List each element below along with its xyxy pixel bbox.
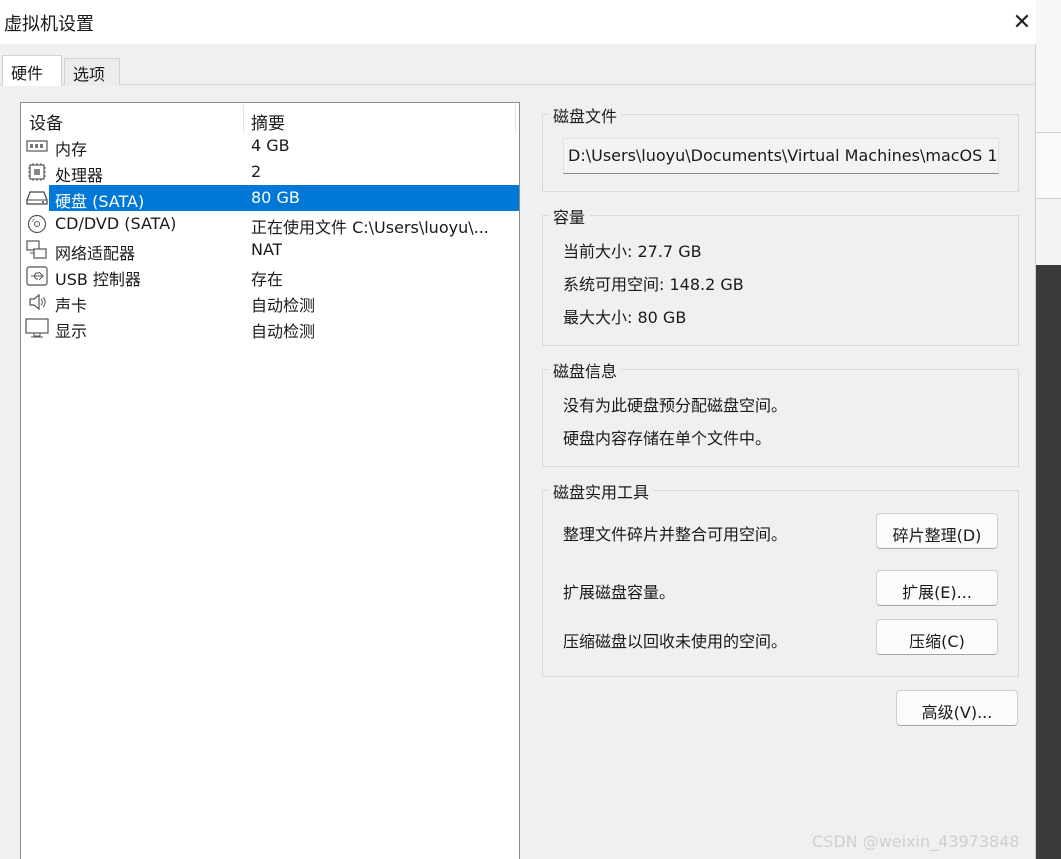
group-title: 容量 bbox=[549, 204, 590, 228]
device-row-sound-card[interactable]: 声卡 自动检测 bbox=[23, 289, 519, 315]
device-name: 内存 bbox=[55, 140, 88, 159]
device-summary: 4 GB bbox=[251, 136, 290, 155]
device-summary: 正在使用文件 C:\Users\luoyu\... bbox=[251, 218, 489, 237]
monitor-icon bbox=[25, 317, 49, 339]
column-header-device[interactable]: 设备 bbox=[29, 109, 63, 134]
device-summary: 自动检测 bbox=[251, 296, 316, 315]
defragment-button[interactable]: 碎片整理(D) bbox=[876, 513, 998, 549]
device-name: 声卡 bbox=[55, 296, 88, 315]
available-space-text: 系统可用空间: 148.2 GB bbox=[563, 275, 744, 294]
max-size-text: 最大大小: 80 GB bbox=[563, 308, 687, 327]
compact-description: 压缩磁盘以回收未使用的空间。 bbox=[563, 632, 788, 651]
tab-options[interactable]: 选项 bbox=[64, 58, 120, 85]
column-divider bbox=[515, 105, 516, 133]
device-summary: 存在 bbox=[251, 270, 284, 289]
device-name: USB 控制器 bbox=[55, 270, 141, 289]
watermark: CSDN @weixin_43973848 bbox=[812, 832, 1020, 851]
group-title: 磁盘实用工具 bbox=[549, 479, 654, 503]
device-summary: 80 GB bbox=[251, 188, 300, 207]
device-row-processor[interactable]: 处理器 2 bbox=[23, 159, 519, 185]
disk-info-line-2: 硬盘内容存储在单个文件中。 bbox=[563, 429, 772, 448]
device-row-usb-controller[interactable]: USB 控制器 存在 bbox=[23, 263, 519, 289]
compact-button[interactable]: 压缩(C) bbox=[876, 619, 998, 655]
cd-dvd-icon bbox=[25, 213, 49, 235]
hard-disk-icon bbox=[25, 187, 49, 209]
device-name: 硬盘 (SATA) bbox=[55, 192, 145, 211]
expand-button[interactable]: 扩展(E)... bbox=[876, 570, 998, 606]
vm-settings-dialog: 虚拟机设置 ✕ 硬件 选项 设备 摘要 内存 4 GB 处理器 2 硬盘 (SA… bbox=[0, 0, 1036, 859]
column-header-summary[interactable]: 摘要 bbox=[251, 109, 285, 134]
disk-info-line-1: 没有为此硬盘预分配磁盘空间。 bbox=[563, 396, 788, 415]
disk-file-path-field[interactable]: D:\Users\luoyu\Documents\Virtual Machine… bbox=[563, 138, 999, 174]
device-row-memory[interactable]: 内存 4 GB bbox=[23, 133, 519, 159]
advanced-button[interactable]: 高级(V)... bbox=[896, 690, 1018, 726]
expand-description: 扩展磁盘容量。 bbox=[563, 583, 676, 602]
current-size-text: 当前大小: 27.7 GB bbox=[563, 242, 702, 261]
window-title: 虚拟机设置 bbox=[4, 14, 94, 35]
device-row-display[interactable]: 显示 自动检测 bbox=[23, 315, 519, 341]
usb-icon bbox=[25, 265, 49, 287]
device-list: 设备 摘要 内存 4 GB 处理器 2 硬盘 (SATA) 80 GB CD/D… bbox=[20, 102, 520, 859]
device-list-header: 设备 摘要 bbox=[21, 105, 519, 134]
disk-file-group: 磁盘文件 D:\Users\luoyu\Documents\Virtual Ma… bbox=[542, 103, 1019, 192]
device-summary: NAT bbox=[251, 240, 283, 259]
device-name: 处理器 bbox=[55, 166, 104, 185]
device-row-cd-dvd[interactable]: CD/DVD (SATA) 正在使用文件 C:\Users\luoyu\... bbox=[23, 211, 519, 237]
column-divider bbox=[243, 105, 244, 133]
disk-info-group: 磁盘信息 没有为此硬盘预分配磁盘空间。 硬盘内容存储在单个文件中。 bbox=[542, 358, 1019, 467]
device-summary: 2 bbox=[251, 162, 262, 181]
device-name: 网络适配器 bbox=[55, 244, 136, 263]
capacity-group: 容量 当前大小: 27.7 GB 系统可用空间: 148.2 GB 最大大小: … bbox=[542, 204, 1019, 346]
device-row-hard-disk[interactable]: 硬盘 (SATA) 80 GB bbox=[23, 185, 519, 211]
background-window-edge bbox=[1036, 0, 1061, 859]
device-name: CD/DVD (SATA) bbox=[55, 214, 177, 233]
device-summary: 自动检测 bbox=[251, 322, 316, 341]
memory-icon bbox=[25, 135, 49, 157]
close-icon: ✕ bbox=[1012, 9, 1032, 35]
close-button[interactable]: ✕ bbox=[1006, 6, 1038, 38]
group-title: 磁盘信息 bbox=[549, 358, 622, 382]
processor-icon bbox=[25, 161, 49, 183]
tab-bar: 硬件 选项 bbox=[0, 55, 1036, 86]
device-name: 显示 bbox=[55, 322, 88, 341]
speaker-icon bbox=[25, 291, 49, 313]
group-title: 磁盘文件 bbox=[549, 103, 622, 127]
network-adapter-icon bbox=[25, 239, 49, 261]
disk-utilities-group: 磁盘实用工具 整理文件碎片并整合可用空间。 碎片整理(D) 扩展磁盘容量。 扩展… bbox=[542, 479, 1019, 677]
title-bar: 虚拟机设置 ✕ bbox=[0, 0, 1036, 44]
device-row-network-adapter[interactable]: 网络适配器 NAT bbox=[23, 237, 519, 263]
tab-hardware[interactable]: 硬件 bbox=[2, 55, 62, 86]
defrag-description: 整理文件碎片并整合可用空间。 bbox=[563, 525, 788, 544]
